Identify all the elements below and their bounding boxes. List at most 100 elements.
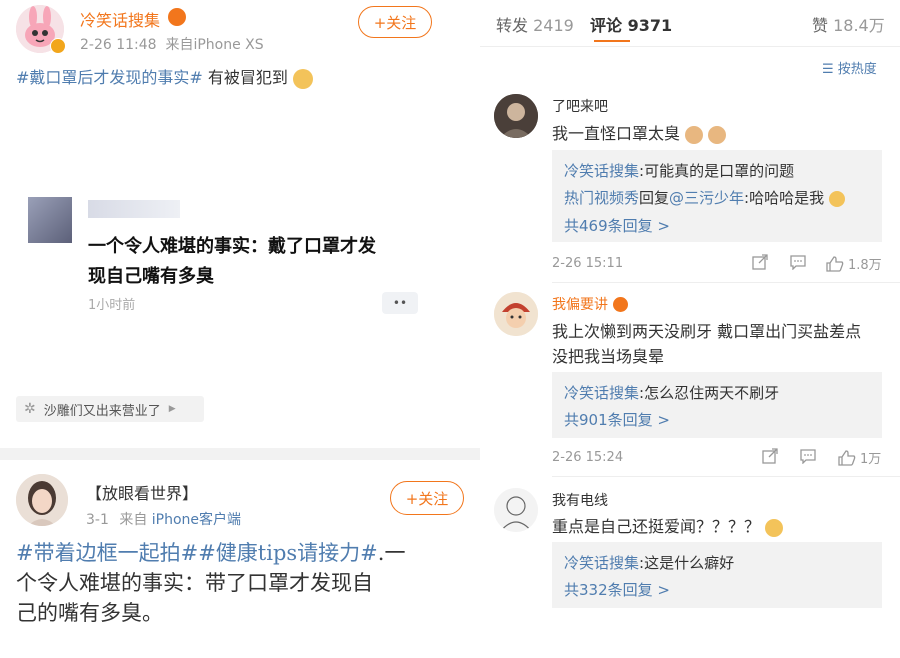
like-button[interactable]: 1万 [838, 448, 881, 467]
user-avatar-icon [494, 94, 538, 138]
tab-repost[interactable]: 转发 2419 [496, 12, 574, 36]
thumbs-up-icon [838, 449, 856, 466]
post-author[interactable]: 冷笑话搜集 [80, 7, 160, 31]
comment-author[interactable]: 了吧来吧 [552, 96, 608, 116]
reply-author[interactable]: 冷笑话搜集 [564, 384, 639, 402]
share-icon [752, 254, 768, 270]
woman-avatar-icon [16, 474, 68, 526]
cat-emoji-icon [708, 125, 727, 144]
reply-connector: 回复 [639, 189, 670, 207]
card-title-line-1: 一个令人难堪的事实：戴了口罩才发 [88, 236, 376, 257]
reply-line: 冷笑话搜集:可能真的是口罩的问题 [564, 160, 794, 181]
reply-box: 冷笑话搜集:怎么忍住两天不刷牙 共901条回复 > [552, 372, 882, 438]
reply-text: :哈哈哈是我 [744, 189, 825, 207]
reply-box: 冷笑话搜集:这是什么癖好 共332条回复 > [552, 542, 882, 608]
post-date: 3-1 [86, 512, 109, 528]
tab-like-count: 18.4万 [833, 16, 885, 35]
comment-time: 2-26 15:24 [552, 450, 624, 465]
comment-text-line-2: 没把我当场臭晕 [552, 347, 665, 366]
avatar[interactable] [494, 292, 538, 336]
tab-active-indicator [594, 40, 630, 42]
view-more-replies[interactable]: 共901条回复 > [564, 409, 670, 430]
share-button[interactable] [762, 448, 778, 464]
like-count: 1万 [860, 452, 882, 467]
post-text: #带着边框一起拍##健康tips请接力#.一 个令人难堪的事实：带了口罩才发现自… [16, 538, 405, 628]
reply-author[interactable]: 热门视频秀 [564, 189, 639, 207]
blurred-avatar [28, 197, 72, 243]
comment-icon [800, 449, 816, 464]
post-source-app[interactable]: iPhone客户端 [152, 512, 241, 528]
tab-bar: 转发 2419 评论 9371 赞 18.4万 [496, 12, 886, 40]
comment-text: 重点是自己还挺爱闻？？？？ [552, 513, 784, 537]
source-tag-label: 沙雕们又出来营业了 [43, 403, 161, 419]
post-source-prefix: 来自 [119, 512, 148, 528]
like-button[interactable]: 1.8万 [826, 254, 882, 273]
post-meta: 2-26 11:48 来自iPhone XS [80, 37, 264, 53]
avatar[interactable] [16, 474, 68, 526]
post-author[interactable]: 【放眼看世界】 [86, 480, 198, 504]
reply-line: 冷笑话搜集:这是什么癖好 [564, 552, 734, 573]
comment-time: 2-26 15:11 [552, 256, 624, 271]
doge-emoji-icon [293, 68, 314, 89]
card-title-line-2: 现自己嘴有多臭 [88, 266, 214, 287]
hashtag-link[interactable]: #带着边框一起拍##健康tips请接力# [16, 541, 378, 565]
tab-comment[interactable]: 评论 9371 [590, 12, 672, 36]
avatar[interactable] [494, 94, 538, 138]
comment-author-row: 我偏要讲 [552, 294, 629, 314]
share-icon [762, 448, 778, 464]
tab-repost-label: 转发 [496, 16, 529, 35]
blurred-name [88, 200, 180, 218]
tab-comment-count: 9371 [627, 16, 673, 35]
post-text-line-1: .一 [377, 541, 406, 565]
reply-button[interactable] [800, 448, 816, 464]
tab-bar-divider [480, 46, 900, 47]
doge-emoji-icon [828, 190, 845, 207]
vip-crown-icon [613, 297, 629, 312]
card-time: 1小时前 [88, 298, 136, 313]
post-text: #戴口罩后才发现的事实# 有被冒犯到 [16, 64, 314, 89]
card-more-button[interactable]: •• [382, 292, 418, 314]
user-avatar-icon [494, 292, 538, 336]
comment-author[interactable]: 我偏要讲 [552, 297, 608, 313]
flower-icon: ✲ [24, 401, 36, 417]
reply-line: 热门视频秀回复@三污少年:哈哈哈是我 [564, 187, 845, 208]
like-count: 1.8万 [848, 258, 882, 273]
tab-repost-count: 2419 [533, 16, 574, 35]
user-avatar-icon [494, 488, 538, 532]
reply-text: :可能真的是口罩的问题 [639, 162, 795, 180]
share-button[interactable] [752, 254, 768, 270]
reply-box: 冷笑话搜集:可能真的是口罩的问题 热门视频秀回复@三污少年:哈哈哈是我 共469… [552, 150, 882, 242]
post-text-line-2: 个令人难堪的事实：带了口罩才发现自 [16, 571, 373, 595]
reply-author[interactable]: 冷笑话搜集 [564, 162, 639, 180]
sort-button[interactable]: ☰ 按热度 [822, 58, 877, 77]
tab-like[interactable]: 赞 18.4万 [812, 12, 885, 36]
comment-text-content: 重点是自己还挺爱闻？？？？ [552, 517, 761, 536]
reply-mention[interactable]: @三污少年 [669, 189, 744, 207]
view-more-replies[interactable]: 共469条回复 > [564, 215, 670, 236]
verified-badge-icon [50, 38, 66, 54]
reply-button[interactable] [790, 254, 806, 270]
follow-button[interactable]: +关注 [358, 6, 432, 38]
chevron-right-icon: ▶ [168, 404, 176, 414]
sort-label: 按热度 [837, 62, 877, 77]
comment-author[interactable]: 我有电线 [552, 490, 608, 510]
comment-text-line-1: 我上次懒到两天没刷牙 戴口罩出门买盐差点 [552, 322, 862, 341]
post-text-suffix: 有被冒犯到 [202, 68, 288, 87]
comment-divider [552, 476, 900, 477]
sort-icon: ☰ [822, 62, 834, 77]
follow-button[interactable]: +关注 [390, 481, 464, 515]
source-tag[interactable]: ✲ 沙雕们又出来营业了 ▶ [16, 396, 204, 422]
post-text-line-3: 己的嘴有多臭。 [16, 601, 163, 625]
hashtag-link[interactable]: #戴口罩后才发现的事实# [16, 68, 203, 87]
view-more-replies[interactable]: 共332条回复 > [564, 579, 670, 600]
tab-comment-label: 评论 [590, 16, 623, 35]
reply-text: :这是什么癖好 [639, 554, 735, 572]
cat-emoji-icon [685, 125, 704, 144]
comment-icon [790, 255, 806, 270]
avatar[interactable] [494, 488, 538, 532]
reply-author[interactable]: 冷笑话搜集 [564, 554, 639, 572]
comment-divider [552, 282, 900, 283]
comment-text: 我一直怪口罩太臭 [552, 120, 727, 144]
reply-text: :怎么忍住两天不刷牙 [639, 384, 780, 402]
comment-text-content: 我一直怪口罩太臭 [552, 124, 681, 143]
